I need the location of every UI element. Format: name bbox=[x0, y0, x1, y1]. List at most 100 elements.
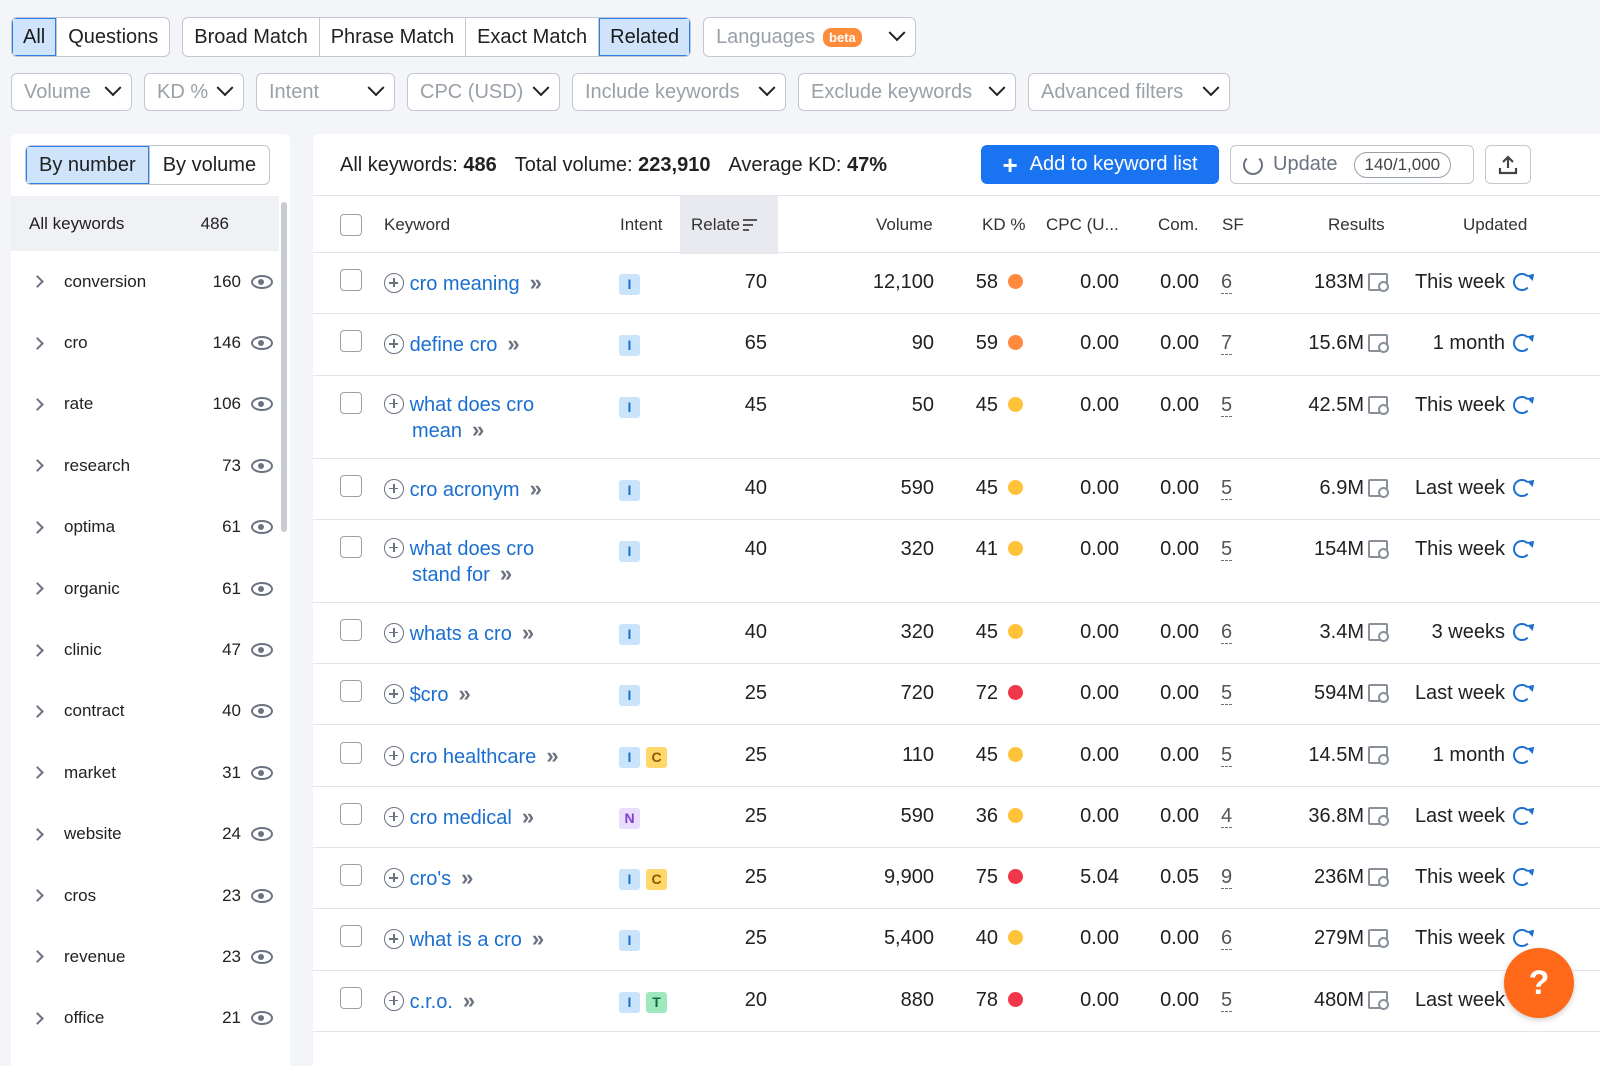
chevron-right-icon[interactable] bbox=[31, 582, 44, 596]
col-results[interactable]: Results bbox=[1328, 196, 1385, 254]
keyword-link[interactable]: what does cro bbox=[410, 394, 535, 416]
tab-related[interactable]: Related bbox=[599, 18, 691, 56]
serp-icon[interactable] bbox=[1368, 539, 1389, 559]
sf-cell[interactable]: 5 bbox=[1221, 743, 1233, 767]
col-kd[interactable]: KD % bbox=[982, 196, 1025, 254]
add-keyword-icon[interactable] bbox=[384, 622, 404, 643]
sf-cell[interactable]: 9 bbox=[1221, 866, 1233, 890]
sf-value[interactable]: 5 bbox=[1221, 393, 1233, 417]
tab-questions[interactable]: Questions bbox=[57, 18, 169, 56]
group-item[interactable]: website 24 bbox=[11, 804, 279, 865]
refresh-icon[interactable] bbox=[1513, 539, 1531, 558]
keyword-link[interactable]: cro's bbox=[410, 868, 452, 890]
keyword-link[interactable]: define cro bbox=[410, 334, 498, 356]
keyword-link[interactable]: c.r.o. bbox=[410, 991, 453, 1013]
eye-icon[interactable] bbox=[251, 949, 273, 964]
eye-icon[interactable] bbox=[251, 274, 273, 289]
serp-icon[interactable] bbox=[1368, 395, 1389, 415]
row-checkbox[interactable] bbox=[340, 680, 362, 703]
eye-icon[interactable] bbox=[251, 765, 273, 780]
chevron-right-icon[interactable] bbox=[31, 889, 44, 902]
tab-phrase-match[interactable]: Phrase Match bbox=[320, 18, 467, 56]
eye-icon[interactable] bbox=[251, 336, 273, 351]
filter-intent[interactable]: Intent bbox=[256, 73, 395, 111]
serp-icon[interactable] bbox=[1368, 990, 1389, 1010]
serp-icon[interactable] bbox=[1368, 745, 1389, 765]
col-volume[interactable]: Volume bbox=[876, 196, 933, 254]
row-checkbox[interactable] bbox=[340, 330, 362, 353]
row-checkbox[interactable] bbox=[340, 741, 362, 764]
keyword-link[interactable]: cro healthcare bbox=[410, 746, 537, 768]
keyword-link[interactable]: what does cro bbox=[410, 538, 535, 560]
sf-cell[interactable]: 5 bbox=[1221, 988, 1233, 1012]
eye-icon[interactable] bbox=[251, 397, 273, 412]
chevron-right-icon[interactable] bbox=[31, 1012, 44, 1025]
row-checkbox[interactable] bbox=[340, 618, 362, 641]
add-keyword-icon[interactable] bbox=[384, 393, 404, 414]
col-keyword[interactable]: Keyword bbox=[384, 196, 450, 254]
eye-icon[interactable] bbox=[251, 704, 273, 719]
chevron-right-icon[interactable] bbox=[31, 643, 44, 657]
row-checkbox[interactable] bbox=[340, 802, 362, 825]
sf-cell[interactable]: 6 bbox=[1221, 271, 1233, 294]
eye-icon[interactable] bbox=[251, 827, 273, 842]
keyword-link[interactable]: cro medical bbox=[410, 807, 512, 829]
by-volume-button[interactable]: By volume bbox=[150, 146, 269, 184]
refresh-icon[interactable] bbox=[1513, 273, 1531, 291]
sf-value[interactable]: 6 bbox=[1221, 620, 1233, 644]
eye-icon[interactable] bbox=[251, 581, 273, 596]
chevron-right-icon[interactable] bbox=[31, 705, 44, 718]
serp-icon[interactable] bbox=[1368, 806, 1389, 826]
row-checkbox[interactable] bbox=[340, 986, 362, 1009]
refresh-icon[interactable] bbox=[1513, 745, 1531, 764]
eye-icon[interactable] bbox=[251, 520, 273, 535]
keyword-overview-icon[interactable]: » bbox=[461, 865, 474, 890]
export-button[interactable] bbox=[1485, 145, 1531, 184]
keyword-overview-icon[interactable]: » bbox=[530, 476, 543, 501]
sf-value[interactable]: 5 bbox=[1221, 537, 1233, 561]
sf-value[interactable]: 9 bbox=[1221, 866, 1233, 890]
col-competition[interactable]: Com. bbox=[1158, 196, 1199, 254]
add-keyword-icon[interactable] bbox=[384, 745, 404, 766]
tab-exact-match[interactable]: Exact Match bbox=[466, 18, 600, 56]
scrollbar[interactable] bbox=[281, 202, 287, 532]
eye-icon[interactable] bbox=[251, 888, 273, 903]
group-item[interactable]: cros 23 bbox=[11, 865, 279, 926]
group-item[interactable]: contract 40 bbox=[11, 681, 279, 742]
chevron-right-icon[interactable] bbox=[31, 459, 44, 473]
all-keywords-group[interactable]: All keywords 486 bbox=[11, 196, 279, 251]
row-checkbox[interactable] bbox=[340, 391, 362, 414]
help-button[interactable]: ? bbox=[1504, 948, 1574, 1018]
sf-cell[interactable]: 5 bbox=[1221, 682, 1233, 706]
chevron-right-icon[interactable] bbox=[31, 275, 44, 289]
keyword-overview-icon[interactable]: » bbox=[522, 620, 535, 645]
refresh-icon[interactable] bbox=[1513, 806, 1531, 825]
sf-value[interactable]: 5 bbox=[1221, 743, 1233, 767]
sf-cell[interactable]: 5 bbox=[1221, 393, 1233, 417]
select-all-checkbox[interactable] bbox=[340, 196, 362, 254]
keyword-overview-icon[interactable]: » bbox=[532, 926, 545, 951]
filter-kd[interactable]: KD % bbox=[144, 73, 244, 111]
row-checkbox[interactable] bbox=[340, 474, 362, 497]
col-intent[interactable]: Intent bbox=[620, 196, 663, 254]
chevron-right-icon[interactable] bbox=[31, 520, 44, 534]
serp-icon[interactable] bbox=[1368, 334, 1389, 354]
add-keyword-icon[interactable] bbox=[384, 273, 404, 293]
row-checkbox[interactable] bbox=[340, 535, 362, 558]
add-keyword-icon[interactable] bbox=[384, 929, 404, 950]
eye-icon[interactable] bbox=[251, 458, 273, 473]
row-checkbox[interactable] bbox=[340, 925, 362, 948]
group-item[interactable]: cro 146 bbox=[11, 312, 279, 373]
refresh-icon[interactable] bbox=[1513, 478, 1531, 497]
add-keyword-icon[interactable] bbox=[384, 806, 404, 827]
sf-cell[interactable]: 6 bbox=[1221, 927, 1233, 951]
filter-cpc[interactable]: CPC (USD) bbox=[407, 73, 560, 111]
keyword-link[interactable]: whats a cro bbox=[410, 623, 512, 645]
add-to-keyword-list-button[interactable]: + Add to keyword list bbox=[981, 145, 1219, 184]
chevron-right-icon[interactable] bbox=[31, 336, 44, 350]
col-updated[interactable]: Updated bbox=[1463, 196, 1527, 254]
keyword-overview-icon[interactable]: » bbox=[522, 804, 535, 829]
col-cpc[interactable]: CPC (U... bbox=[1046, 196, 1119, 254]
refresh-icon[interactable] bbox=[1513, 334, 1531, 353]
sf-cell[interactable]: 7 bbox=[1221, 332, 1233, 356]
